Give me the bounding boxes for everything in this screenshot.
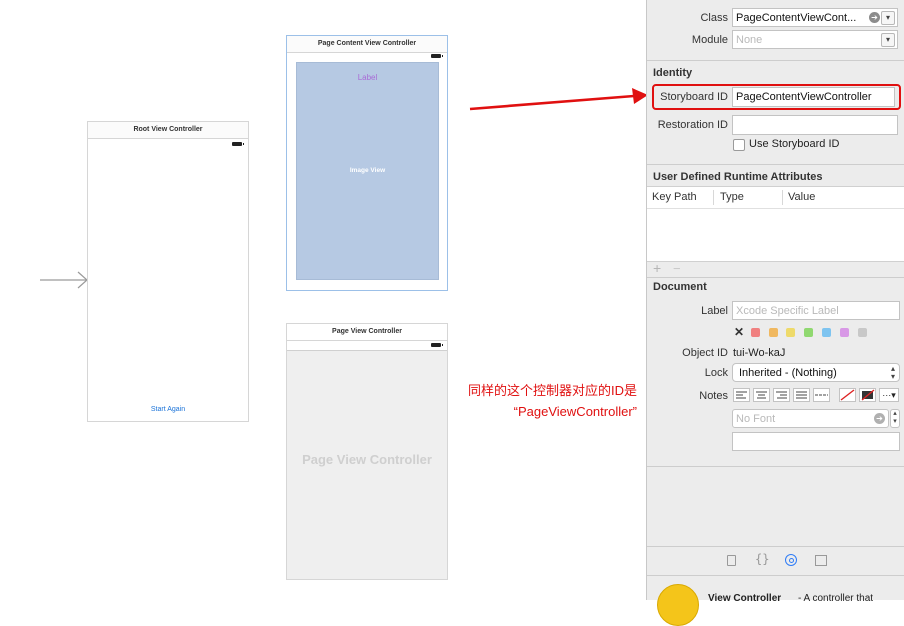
use-storyboard-id-label[interactable]: Use Storyboard ID — [749, 138, 839, 150]
media-library-icon[interactable] — [815, 555, 827, 566]
notes-label: Notes — [699, 390, 728, 402]
swatch-red[interactable] — [751, 328, 760, 337]
annotation-text: 同样的这个控制器对应的ID是 “PageViewController” — [440, 380, 637, 422]
align-left-icon[interactable] — [733, 388, 750, 402]
swatch-purple[interactable] — [840, 328, 849, 337]
page-view-watermark: Page View Controller — [302, 452, 432, 467]
stepper-arrows-icon[interactable]: ▴ ▾ — [891, 365, 895, 381]
image-view[interactable]: Label Image View — [296, 62, 439, 280]
divider — [647, 575, 904, 576]
class-label: Class — [700, 12, 728, 24]
battery-icon — [232, 142, 244, 146]
battery-icon — [431, 343, 443, 347]
code-snippet-library-icon[interactable]: {} — [755, 552, 769, 566]
class-combobox[interactable]: PageContentViewCont... ➔ ▾ — [732, 8, 898, 27]
storyboard-id-label: Storyboard ID — [660, 91, 728, 103]
module-placeholder: None — [736, 34, 763, 46]
object-id-value: tui-Wo-kaJ — [733, 347, 786, 359]
class-value: PageContentViewCont... — [736, 12, 857, 24]
restoration-id-label: Restoration ID — [657, 119, 728, 131]
annotation-line-2: “PageViewController” — [513, 404, 637, 419]
runtime-attributes-header: User Defined Runtime Attributes — [653, 171, 823, 183]
clear-color-x-icon[interactable]: ✕ — [734, 325, 744, 339]
divider — [647, 277, 904, 278]
object-library-icon[interactable] — [785, 554, 797, 566]
font-size-stepper[interactable]: ▴ ▾ — [890, 409, 900, 428]
content-scene-title: Page Content View Controller — [287, 36, 447, 53]
divider — [647, 466, 904, 467]
doc-label-label: Label — [701, 305, 728, 317]
column-key-path[interactable]: Key Path — [652, 191, 697, 203]
image-view-caption: Image View — [349, 167, 386, 174]
remove-attribute-button[interactable]: − — [673, 261, 681, 276]
annotation-arrow-icon — [469, 88, 648, 111]
font-picker-arrow-icon[interactable]: ➔ — [874, 413, 885, 424]
notes-text-area[interactable] — [732, 432, 900, 451]
column-type[interactable]: Type — [720, 191, 744, 203]
runtime-table-header: Key Path Type Value — [647, 187, 904, 209]
module-label: Module — [691, 34, 728, 46]
page-view-controller-scene[interactable]: Page View Controller Page View Controlle… — [286, 323, 448, 580]
storyboard-id-field[interactable]: PageContentViewController — [732, 87, 895, 107]
chevron-down-icon[interactable]: ▾ — [881, 33, 895, 47]
chevron-down-icon[interactable]: ▾ — [881, 11, 895, 25]
more-options-icon[interactable]: ···▾ — [879, 388, 899, 402]
view-controller-library-title: View Controller — [708, 593, 782, 604]
entry-point-arrow-icon — [40, 271, 88, 289]
view-controller-library-desc: - A controller that — [798, 593, 874, 604]
divider — [647, 60, 904, 61]
lock-popup[interactable]: Inherited - (Nothing) ▴ ▾ — [732, 363, 900, 382]
restoration-id-field[interactable] — [732, 115, 898, 135]
class-goto-arrow-icon[interactable]: ➔ — [869, 12, 880, 23]
divider — [647, 164, 904, 165]
identity-inspector: Class PageContentViewCont... ➔ ▾ Module … — [646, 0, 904, 626]
start-again-button[interactable]: Start Again — [88, 406, 248, 413]
view-controller-library-icon[interactable] — [657, 584, 699, 626]
use-storyboard-id-checkbox[interactable] — [733, 139, 745, 151]
align-natural-icon[interactable] — [813, 388, 830, 402]
swatch-yellow[interactable] — [786, 328, 795, 337]
status-bar — [287, 341, 447, 351]
background-color-icon[interactable] — [859, 388, 876, 402]
annotation-line-1: 同样的这个控制器对应的ID是 — [467, 383, 637, 398]
module-combobox[interactable]: None ▾ — [732, 30, 898, 49]
swatch-green[interactable] — [804, 328, 813, 337]
column-divider — [713, 190, 714, 205]
root-view-controller-scene[interactable]: Root View Controller Start Again — [87, 121, 249, 422]
text-color-icon[interactable] — [839, 388, 856, 402]
align-right-icon[interactable] — [773, 388, 790, 402]
align-center-icon[interactable] — [753, 388, 770, 402]
swatch-gray[interactable] — [858, 328, 867, 337]
doc-label-field[interactable]: Xcode Specific Label — [732, 301, 900, 320]
document-header: Document — [653, 281, 707, 293]
file-template-library-icon[interactable] — [727, 555, 736, 566]
storyboard-id-value: PageContentViewController — [736, 91, 872, 103]
swatch-blue[interactable] — [822, 328, 831, 337]
root-scene-title: Root View Controller — [88, 122, 248, 139]
lock-value: Inherited - (Nothing) — [739, 367, 837, 379]
battery-icon — [431, 54, 443, 58]
divider — [647, 546, 904, 547]
column-value[interactable]: Value — [788, 191, 815, 203]
align-justify-icon[interactable] — [793, 388, 810, 402]
doc-label-placeholder: Xcode Specific Label — [736, 305, 839, 317]
page-scene-title: Page View Controller — [287, 324, 447, 341]
identity-header: Identity — [653, 67, 693, 79]
swatch-orange[interactable] — [769, 328, 778, 337]
font-field[interactable]: No Font ➔ — [732, 409, 889, 428]
storyboard-canvas[interactable]: Root View Controller Start Again Page Co… — [0, 0, 648, 600]
font-placeholder: No Font — [736, 413, 776, 425]
page-content-view-controller-scene[interactable]: Page Content View Controller Label Image… — [286, 35, 448, 291]
object-id-label: Object ID — [682, 347, 728, 359]
lock-label: Lock — [704, 367, 728, 379]
content-label[interactable]: Label — [297, 73, 438, 82]
column-divider — [782, 190, 783, 205]
runtime-attributes-table[interactable]: Key Path Type Value — [647, 186, 904, 262]
add-attribute-button[interactable]: + — [653, 260, 661, 276]
